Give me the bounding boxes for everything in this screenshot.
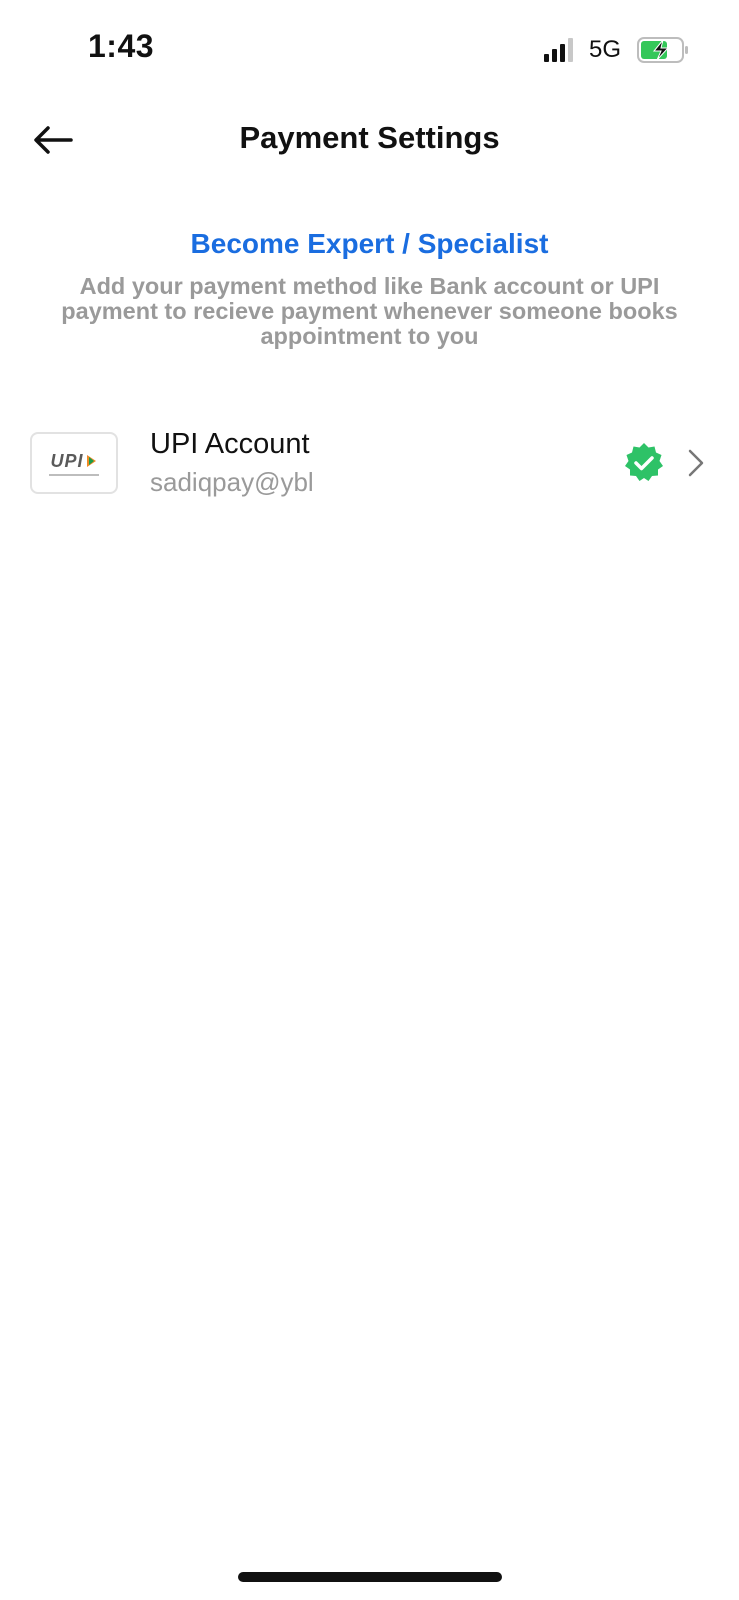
chevron-right-icon [688, 449, 704, 477]
upi-logo-tagline [49, 473, 99, 476]
upi-arrow-icon [86, 455, 96, 467]
become-expert-heading[interactable]: Become Expert / Specialist [40, 228, 699, 260]
upi-logo-text: UPI [50, 450, 84, 471]
upi-logo: UPI [30, 432, 118, 494]
account-title: UPI Account [150, 428, 310, 460]
status-indicators: 5G [543, 36, 689, 64]
page-title: Payment Settings [239, 120, 500, 155]
home-indicator[interactable] [238, 1572, 502, 1582]
account-upi-id: sadiqpay@ybl [150, 467, 314, 497]
status-bar: 1:43 5G [0, 0, 739, 100]
header: Payment Settings [0, 110, 739, 170]
intro-description: Add your payment method like Bank accoun… [61, 273, 678, 349]
intro-section: Become Expert / Specialist Add your paym… [40, 228, 699, 349]
upi-account-row[interactable]: UPI UPI Account sadiqpay@ybl [30, 428, 709, 498]
network-label: 5G [588, 36, 621, 63]
battery-charging-icon [637, 37, 688, 63]
account-info: UPI Account sadiqpay@ybl [150, 428, 623, 498]
status-time: 1:43 [88, 28, 155, 64]
signal-icon [543, 38, 573, 62]
verified-badge-icon [625, 443, 663, 481]
